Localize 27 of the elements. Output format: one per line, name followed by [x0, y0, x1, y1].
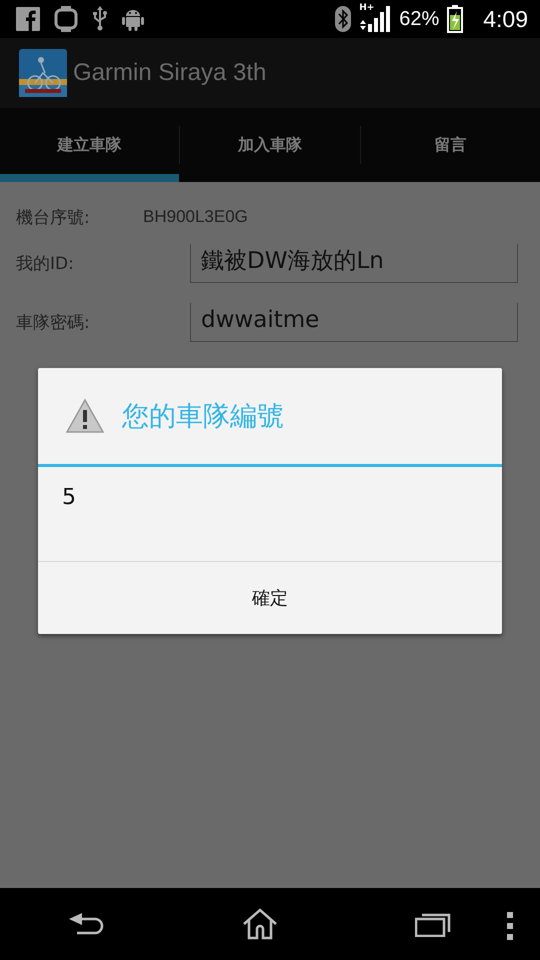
app-title: Garmin Siraya 3th — [73, 59, 266, 87]
field-label: 機台序號: — [16, 206, 91, 228]
usb-icon — [92, 6, 108, 32]
input-field[interactable]: 鐵被DW海放的Ln — [190, 244, 518, 283]
recent-apps-icon[interactable] — [415, 911, 452, 937]
tab[interactable]: 留言 — [360, 108, 540, 182]
back-icon[interactable] — [68, 911, 105, 937]
android-icon — [122, 7, 144, 31]
confirm-button[interactable]: 確定 — [38, 562, 502, 634]
serial-number: BH900L3E0G — [143, 207, 248, 227]
dialog-message: 5 — [62, 485, 76, 510]
menu-icon[interactable] — [506, 912, 514, 940]
app-icon[interactable] — [19, 49, 67, 97]
input-field[interactable]: dwwaitme — [190, 303, 518, 342]
clock-time: 4:09 — [483, 6, 528, 32]
warning-icon — [66, 398, 104, 434]
network-type: H+ — [359, 3, 374, 13]
battery-charging-icon — [447, 5, 464, 33]
battery-percent: 62% — [399, 8, 440, 30]
smartwatch-icon — [54, 6, 78, 32]
home-icon[interactable] — [242, 908, 278, 940]
facebook-icon — [16, 7, 40, 31]
dialog-title: 您的車隊編號 — [122, 400, 284, 434]
bluetooth-icon — [335, 6, 352, 32]
field-label: 我的ID: — [16, 253, 75, 275]
field-label: 車隊密碼: — [16, 312, 91, 334]
tab[interactable]: 加入車隊 — [180, 108, 360, 182]
